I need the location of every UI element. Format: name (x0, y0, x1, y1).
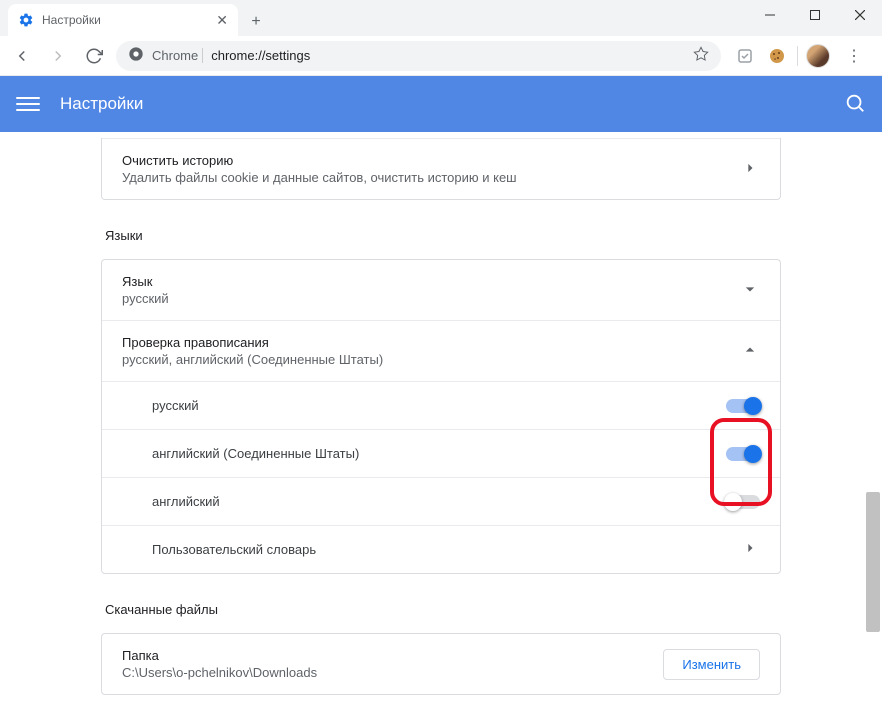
clear-history-subtitle: Удалить файлы cookie и данные сайтов, оч… (122, 170, 740, 185)
folder-label: Папка (122, 648, 663, 663)
language-row[interactable]: Язык русский (102, 260, 780, 320)
spellcheck-lang-english-us: английский (Соединенные Штаты) (102, 429, 780, 477)
languages-section-label: Языки (101, 228, 781, 243)
toggle-english-us[interactable] (726, 447, 760, 461)
back-button[interactable] (8, 42, 36, 70)
language-subtitle: русский (122, 291, 740, 306)
settings-content: Очистить историю Удалить файлы cookie и … (0, 132, 882, 721)
hamburger-menu-icon[interactable] (16, 92, 40, 116)
settings-header: Настройки (0, 76, 882, 132)
scrollbar-thumb[interactable] (866, 492, 880, 632)
close-window-button[interactable] (837, 0, 882, 30)
browser-toolbar: Chrome chrome://settings ⋮ (0, 36, 882, 76)
custom-dictionary-row[interactable]: Пользовательский словарь (102, 525, 780, 573)
language-title: Язык (122, 274, 740, 289)
page-title: Настройки (60, 94, 143, 114)
clear-history-row[interactable]: Очистить историю Удалить файлы cookie и … (102, 138, 780, 199)
english-us-label: английский (Соединенные Штаты) (152, 446, 726, 461)
custom-dictionary-label: Пользовательский словарь (152, 542, 740, 557)
english-label: английский (152, 494, 726, 509)
extension-icons: ⋮ (729, 44, 874, 68)
extension-icon-1[interactable] (733, 44, 757, 68)
folder-path: C:\Users\o-pchelnikov\Downloads (122, 665, 663, 680)
separator (797, 46, 798, 66)
privacy-card: Очистить историю Удалить файлы cookie и … (101, 138, 781, 200)
toggle-russian[interactable] (726, 399, 760, 413)
tab-title: Настройки (42, 13, 208, 27)
change-folder-button[interactable]: Изменить (663, 649, 760, 680)
spellcheck-title: Проверка правописания (122, 335, 740, 350)
minimize-button[interactable] (747, 0, 792, 30)
window-controls (747, 0, 882, 30)
omnibox[interactable]: Chrome chrome://settings (116, 41, 721, 71)
reload-button[interactable] (80, 42, 108, 70)
forward-button[interactable] (44, 42, 72, 70)
languages-card: Язык русский Проверка правописания русск… (101, 259, 781, 574)
spellcheck-subtitle: русский, английский (Соединенные Штаты) (122, 352, 740, 367)
omnibox-url: chrome://settings (211, 48, 310, 63)
search-icon[interactable] (844, 92, 866, 117)
downloads-card: Папка C:\Users\o-pchelnikov\Downloads Из… (101, 633, 781, 695)
cookie-icon[interactable] (765, 44, 789, 68)
spellcheck-lang-english: английский (102, 477, 780, 525)
browser-tab[interactable]: Настройки ✕ (8, 4, 238, 36)
bookmark-star-icon[interactable] (693, 46, 709, 65)
avatar[interactable] (806, 44, 830, 68)
new-tab-button[interactable]: + (242, 8, 270, 36)
maximize-button[interactable] (792, 0, 837, 30)
gear-icon (18, 12, 34, 28)
russian-label: русский (152, 398, 726, 413)
omnibox-prefix: Chrome (152, 48, 203, 63)
kebab-menu-icon[interactable]: ⋮ (838, 46, 870, 66)
downloads-folder-row: Папка C:\Users\o-pchelnikov\Downloads Из… (102, 634, 780, 694)
downloads-section-label: Скачанные файлы (101, 602, 781, 617)
spellcheck-lang-russian: русский (102, 381, 780, 429)
spellcheck-row[interactable]: Проверка правописания русский, английски… (102, 320, 780, 381)
clear-history-title: Очистить историю (122, 153, 740, 168)
close-tab-icon[interactable]: ✕ (216, 12, 228, 29)
chrome-icon (128, 46, 144, 65)
chevron-down-icon (740, 279, 760, 302)
toggle-english[interactable] (726, 495, 760, 509)
chevron-right-icon (740, 158, 760, 181)
chevron-right-icon (740, 538, 760, 561)
chevron-up-icon (740, 340, 760, 363)
